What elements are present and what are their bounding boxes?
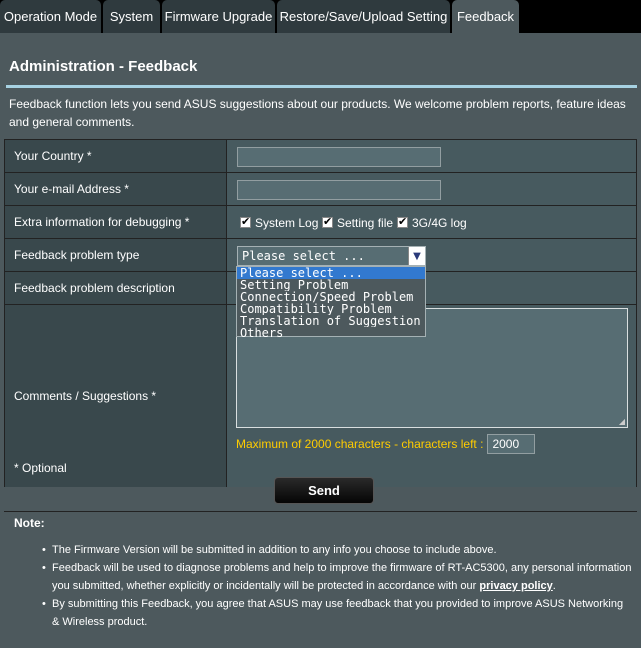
country-label: Your Country *	[5, 140, 227, 172]
problem-type-label: Feedback problem type	[5, 239, 227, 271]
tab-system[interactable]: System	[103, 0, 160, 33]
3g4g-log-label: 3G/4G log	[412, 215, 467, 230]
page-title: Administration - Feedback	[9, 58, 198, 75]
email-cell	[227, 173, 636, 205]
setting-file-checkbox[interactable]: Setting file	[322, 206, 393, 239]
note-item-punct: .	[552, 580, 556, 592]
optional-note: * Optional	[14, 461, 67, 475]
checkbox-checked-icon	[322, 215, 333, 228]
debug-row: Extra information for debugging * System…	[5, 206, 636, 239]
list-item: The Firmware Version will be submitted i…	[42, 541, 632, 559]
chevron-down-icon[interactable]: ▼	[408, 247, 425, 265]
email-row: Your e-mail Address *	[5, 173, 636, 206]
send-button[interactable]: Send	[274, 477, 374, 504]
country-cell	[227, 140, 636, 172]
system-log-checkbox[interactable]: System Log	[240, 206, 318, 239]
dropdown-option[interactable]: Setting Problem	[237, 279, 425, 291]
3g4g-log-checkbox[interactable]: 3G/4G log	[397, 206, 467, 239]
dropdown-option[interactable]: Others	[237, 327, 425, 339]
description-label: Feedback problem description	[5, 272, 227, 304]
note-item-text: By submitting this Feedback, you agree t…	[52, 598, 624, 628]
content-panel: Administration - Feedback Feedback funct…	[0, 33, 641, 648]
debug-cell: System Log Setting file 3G/4G log	[227, 206, 636, 238]
debug-label: Extra information for debugging *	[5, 206, 227, 238]
list-item: By submitting this Feedback, you agree t…	[42, 595, 632, 631]
list-item: Feedback will be used to diagnose proble…	[42, 559, 632, 595]
note-list: The Firmware Version will be submitted i…	[42, 541, 632, 631]
tab-firmware-upgrade[interactable]: Firmware Upgrade	[162, 0, 275, 33]
problem-type-selected: Please select ...	[242, 249, 365, 263]
dropdown-option[interactable]: Please select ...	[237, 267, 425, 279]
tab-bar: Operation Mode System Firmware Upgrade R…	[0, 0, 641, 33]
resize-grip-icon[interactable]: ◢	[619, 417, 625, 426]
tab-operation-mode[interactable]: Operation Mode	[0, 0, 101, 33]
note-section: Note: The Firmware Version will be submi…	[4, 511, 637, 637]
intro-text: Feedback function lets you send ASUS sug…	[9, 97, 626, 129]
tab-restore-save-upload[interactable]: Restore/Save/Upload Setting	[277, 0, 450, 33]
checkbox-checked-icon	[397, 215, 408, 228]
dropdown-option[interactable]: Translation of Suggestion	[237, 315, 425, 327]
country-input[interactable]	[237, 147, 441, 167]
problem-type-dropdown-list: Please select ... Setting Problem Connec…	[236, 266, 426, 339]
tab-feedback[interactable]: Feedback	[452, 0, 519, 33]
char-limit-line: Maximum of 2000 characters - characters …	[236, 434, 536, 454]
note-item-text: The Firmware Version will be submitted i…	[52, 544, 497, 556]
problem-type-select[interactable]: Please select ... ▼	[237, 246, 426, 266]
chars-left-field: 2000	[487, 434, 536, 454]
system-log-label: System Log	[255, 215, 319, 230]
email-label: Your e-mail Address *	[5, 173, 227, 205]
privacy-policy-link[interactable]: privacy policy	[479, 580, 552, 592]
comments-label: Comments / Suggestions *	[5, 305, 227, 487]
dropdown-option[interactable]: Connection/Speed Problem	[237, 291, 425, 303]
country-row: Your Country *	[5, 140, 636, 173]
setting-file-label: Setting file	[337, 215, 394, 230]
title-divider	[6, 85, 637, 88]
checkbox-checked-icon	[240, 215, 251, 228]
email-input[interactable]	[237, 180, 441, 200]
note-title: Note:	[14, 516, 45, 530]
char-limit-text: Maximum of 2000 characters - characters …	[236, 437, 484, 451]
dropdown-option[interactable]: Compatibility Problem	[237, 303, 425, 315]
